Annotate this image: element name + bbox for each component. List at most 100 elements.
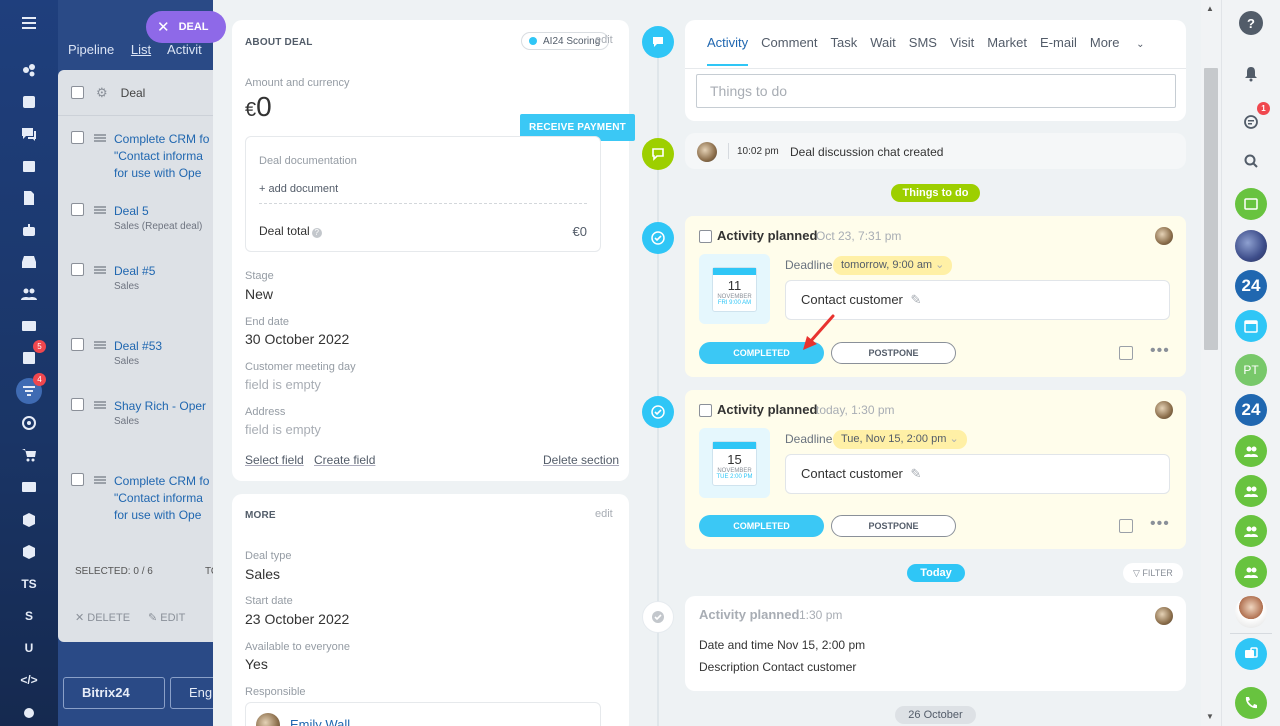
group-chat-icon[interactable] <box>1235 435 1267 467</box>
activity-title[interactable]: Activity planned <box>717 228 817 243</box>
box-icon[interactable] <box>16 507 42 533</box>
tab-task[interactable]: Task <box>831 35 858 66</box>
employees-icon[interactable] <box>16 281 42 307</box>
scroll-thumb[interactable] <box>1204 68 1218 350</box>
bitrix24-chat[interactable]: 24 <box>1235 270 1267 302</box>
pencil-icon[interactable]: ✎ <box>911 466 922 481</box>
activity-subject[interactable]: Contact customer ✎ <box>785 280 1170 320</box>
tab-comment[interactable]: Comment <box>761 35 817 66</box>
developer-icon[interactable]: </> <box>16 667 42 693</box>
deadline-selector[interactable]: tomorrow, 9:00 am ⌄ <box>833 256 953 275</box>
chat-icon[interactable] <box>16 121 42 147</box>
tab-email[interactable]: E-mail <box>1040 35 1077 66</box>
row-checkbox[interactable] <box>71 203 84 216</box>
tab-pipeline[interactable]: Pipeline <box>68 42 114 57</box>
pencil-icon[interactable]: ✎ <box>911 292 922 307</box>
group-chat-icon[interactable] <box>1235 515 1267 547</box>
more-dots-icon[interactable]: ••• <box>1150 515 1170 533</box>
deadline-selector[interactable]: Tue, Nov 15, 2:00 pm ⌄ <box>833 430 967 449</box>
row-menu-icon[interactable] <box>94 134 106 142</box>
crm-icon[interactable]: 4 <box>16 373 46 404</box>
settings-icon[interactable] <box>16 700 42 726</box>
avatar[interactable] <box>1235 230 1267 262</box>
cart-icon[interactable] <box>16 442 42 468</box>
row-menu-icon[interactable] <box>94 341 106 349</box>
row-checkbox[interactable] <box>71 398 84 411</box>
contact-card-icon[interactable] <box>1235 188 1267 220</box>
tab-more[interactable]: More ⌄ <box>1090 35 1158 66</box>
row-menu-icon[interactable] <box>94 476 106 484</box>
activity-checkbox[interactable] <box>699 404 712 417</box>
tab-market[interactable]: Market <box>987 35 1027 66</box>
deal-close-tab[interactable]: ✕ DEAL <box>146 11 226 43</box>
target-icon[interactable] <box>16 410 42 436</box>
table-row[interactable]: Shay Rich - Oper Sales <box>71 398 221 429</box>
row-checkbox[interactable] <box>71 131 84 144</box>
group-chat-icon[interactable] <box>1235 475 1267 507</box>
inbox-icon[interactable] <box>16 249 42 275</box>
box-icon-2[interactable] <box>16 539 42 565</box>
activity-title[interactable]: Activity planned <box>699 607 799 622</box>
help-icon[interactable]: ? <box>1239 11 1263 35</box>
postpone-button[interactable]: POSTPONE <box>831 342 956 364</box>
group-chat-icon[interactable] <box>1235 556 1267 588</box>
scrollbar[interactable]: ▲ ▼ <box>1201 0 1221 726</box>
bitrix24-chat-2[interactable]: 24 <box>1235 394 1267 426</box>
gear-icon[interactable]: ⚙ <box>96 85 108 101</box>
activity-check-icon[interactable] <box>642 396 674 428</box>
mail-icon[interactable] <box>16 313 42 339</box>
nav-item-ts[interactable]: TS <box>16 571 42 597</box>
edit-button[interactable]: ✎ EDIT <box>148 611 185 624</box>
calendar-icon[interactable] <box>16 153 42 179</box>
tab-activities[interactable]: Activit <box>167 42 202 57</box>
things-to-do-input[interactable]: Things to do <box>696 74 1176 108</box>
activity-checkbox[interactable] <box>699 230 712 243</box>
contact-center-icon[interactable] <box>16 474 42 500</box>
activity-subject[interactable]: Contact customer ✎ <box>785 454 1170 494</box>
close-icon[interactable]: ✕ <box>157 18 170 36</box>
menu-icon[interactable] <box>16 10 42 36</box>
tab-list[interactable]: List <box>131 42 151 57</box>
nav-item-s[interactable]: S <box>16 603 42 629</box>
feed-icon[interactable] <box>16 57 42 83</box>
deal-title[interactable]: Deal 5 <box>114 203 202 220</box>
delete-button[interactable]: ✕ DELETE <box>75 611 130 624</box>
deal-title[interactable]: Complete CRM fo "Contact informa for use… <box>114 131 210 182</box>
note-icon[interactable] <box>1119 519 1133 533</box>
row-menu-icon[interactable] <box>94 401 106 409</box>
tab-activity[interactable]: Activity <box>707 35 749 66</box>
row-checkbox[interactable] <box>71 473 84 486</box>
tab-visit[interactable]: Visit <box>950 35 974 66</box>
more-dots-icon[interactable]: ••• <box>1150 342 1170 360</box>
table-row[interactable]: Deal #5 Sales <box>71 263 221 294</box>
filter-button[interactable]: ▽ FILTER <box>1123 563 1183 583</box>
bell-icon[interactable] <box>1235 58 1267 90</box>
scroll-up-icon[interactable]: ▲ <box>1206 4 1214 13</box>
tasks-icon[interactable]: 5 <box>16 340 46 371</box>
table-row[interactable]: Complete CRM fo "Contact informa for use… <box>71 473 221 524</box>
nav-item-u[interactable]: U <box>16 635 42 661</box>
scroll-down-icon[interactable]: ▼ <box>1206 712 1214 721</box>
row-checkbox[interactable] <box>71 263 84 276</box>
row-menu-icon[interactable] <box>94 266 106 274</box>
row-menu-icon[interactable] <box>94 206 106 214</box>
select-all-checkbox[interactable] <box>71 86 84 99</box>
table-row[interactable]: Deal #53 Sales <box>71 338 221 369</box>
search-icon[interactable] <box>1235 145 1267 177</box>
deal-title[interactable]: Deal #53 <box>114 338 162 355</box>
tasks-board-icon[interactable] <box>16 89 42 115</box>
phone-icon[interactable] <box>1235 687 1267 719</box>
table-row[interactable]: Complete CRM fo "Contact informa for use… <box>71 131 221 182</box>
calendar-chat-icon[interactable] <box>1235 310 1267 342</box>
deal-title[interactable]: Deal #5 <box>114 263 155 280</box>
row-checkbox[interactable] <box>71 338 84 351</box>
robot-icon[interactable] <box>16 217 42 243</box>
completed-button[interactable]: COMPLETED <box>699 515 824 537</box>
deal-title[interactable]: Complete CRM fo "Contact informa for use… <box>114 473 210 524</box>
table-row[interactable]: Deal 5 Sales (Repeat deal) <box>71 203 221 234</box>
note-icon[interactable] <box>1119 346 1133 360</box>
avatar[interactable] <box>1235 596 1267 628</box>
postpone-button[interactable]: POSTPONE <box>831 515 956 537</box>
activity-title[interactable]: Activity planned <box>717 402 817 417</box>
deal-title[interactable]: Shay Rich - Oper <box>114 398 210 415</box>
